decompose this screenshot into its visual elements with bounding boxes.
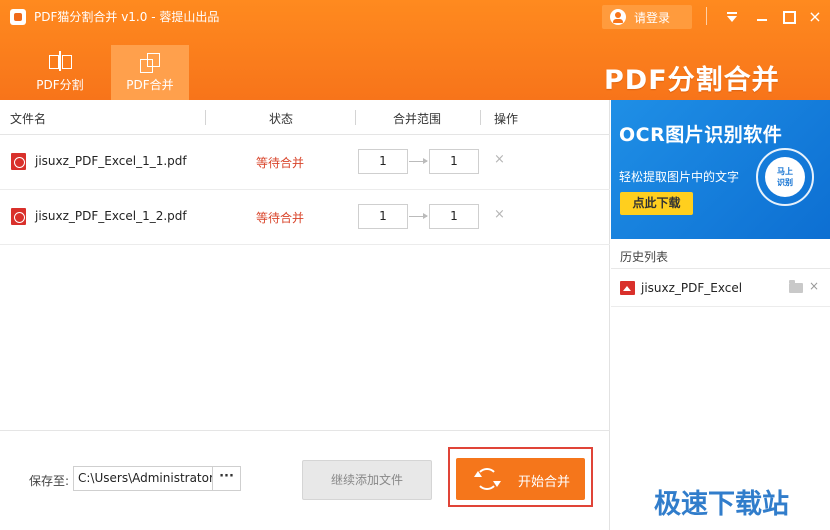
status-text: 等待合并 <box>256 211 305 225</box>
start-merge-label: 开始合并 <box>518 475 571 490</box>
pdf-file-icon <box>11 153 26 170</box>
delete-icon[interactable]: × <box>494 152 505 167</box>
file-list-panel: 文件名 状态 合并范围 操作 jisuxz_PDF_Excel_1_1.pdf … <box>0 100 610 530</box>
history-title: 历史列表 <box>620 250 669 264</box>
tab-label: PDF分割 <box>36 78 84 92</box>
brand-title: PDF分割合并 <box>604 65 780 96</box>
table-header: 文件名 状态 合并范围 操作 <box>0 100 610 135</box>
header-filename: 文件名 <box>10 112 47 126</box>
user-icon <box>610 9 626 25</box>
app-header: PDF猫分割合并 v1.0 - 蓉提山出品 请登录 × PDF分割 PDF合并 … <box>0 0 830 100</box>
remove-history-icon[interactable]: × <box>809 279 819 293</box>
refresh-icon <box>474 468 501 490</box>
arrow-right-icon <box>409 158 428 164</box>
window-title: PDF猫分割合并 v1.0 - 蓉提山出品 <box>34 10 220 24</box>
minimize-icon[interactable] <box>753 8 771 26</box>
add-files-button[interactable]: 继续添加文件 <box>302 460 432 500</box>
watermark-text: 极速下载站 <box>654 489 789 520</box>
range-to-input[interactable]: 1 <box>429 149 479 174</box>
history-item[interactable]: jisuxz_PDF_Excel × <box>611 269 830 307</box>
header-separator <box>480 110 481 125</box>
table-row[interactable]: jisuxz_PDF_Excel_1_2.pdf 等待合并 1 1 × <box>0 190 610 245</box>
ad-subtitle: 轻松提取图片中的文字 <box>619 170 740 184</box>
save-to-label: 保存至: <box>29 474 70 488</box>
range-from-input[interactable]: 1 <box>358 149 408 174</box>
delete-icon[interactable]: × <box>494 207 505 222</box>
scan-now-badge: 马上 识别 <box>765 157 805 197</box>
table-row[interactable]: jisuxz_PDF_Excel_1_1.pdf 等待合并 1 1 × <box>0 135 610 190</box>
close-icon[interactable]: × <box>806 8 824 26</box>
app-logo-icon <box>10 9 26 25</box>
side-panel: OCR图片识别软件 轻松提取图片中的文字 点此下载 马上 识别 历史列表 jis… <box>611 100 830 530</box>
header-separator <box>355 110 356 125</box>
start-merge-button[interactable]: 开始合并 <box>456 458 585 500</box>
save-path-input[interactable]: C:\Users\Administrator <box>73 466 213 491</box>
browse-button[interactable]: ··· <box>212 466 241 491</box>
tab-label: PDF合并 <box>126 78 174 92</box>
folder-icon[interactable] <box>789 280 803 293</box>
pdf-file-icon <box>11 208 26 225</box>
header-status: 状态 <box>269 112 294 126</box>
file-name: jisuxz_PDF_Excel_1_2.pdf <box>35 209 187 223</box>
login-label: 请登录 <box>634 10 671 25</box>
history-item-name: jisuxz_PDF_Excel <box>641 281 743 295</box>
ocr-ad-banner[interactable]: OCR图片识别软件 轻松提取图片中的文字 点此下载 马上 识别 <box>611 100 830 239</box>
file-name: jisuxz_PDF_Excel_1_1.pdf <box>35 154 187 168</box>
arrow-right-icon <box>409 213 428 219</box>
title-bar: PDF猫分割合并 v1.0 - 蓉提山出品 请登录 × <box>0 0 830 34</box>
title-separator <box>706 7 707 25</box>
image-file-icon <box>620 281 635 295</box>
status-text: 等待合并 <box>256 156 305 170</box>
login-button[interactable]: 请登录 <box>602 5 692 29</box>
menu-dropdown-icon[interactable] <box>723 8 741 26</box>
range-to-input[interactable]: 1 <box>429 204 479 229</box>
split-icon <box>47 51 73 73</box>
footer-divider <box>0 430 610 431</box>
header-action: 操作 <box>494 112 519 126</box>
ad-download-button[interactable]: 点此下载 <box>620 192 693 215</box>
header-range: 合并范围 <box>393 112 442 126</box>
tab-pdf-split[interactable]: PDF分割 <box>21 45 99 100</box>
tab-pdf-merge[interactable]: PDF合并 <box>111 45 189 100</box>
ad-title: OCR图片识别软件 <box>619 124 783 146</box>
maximize-icon[interactable] <box>780 8 798 26</box>
range-from-input[interactable]: 1 <box>358 204 408 229</box>
header-separator <box>205 110 206 125</box>
merge-icon <box>137 51 163 73</box>
